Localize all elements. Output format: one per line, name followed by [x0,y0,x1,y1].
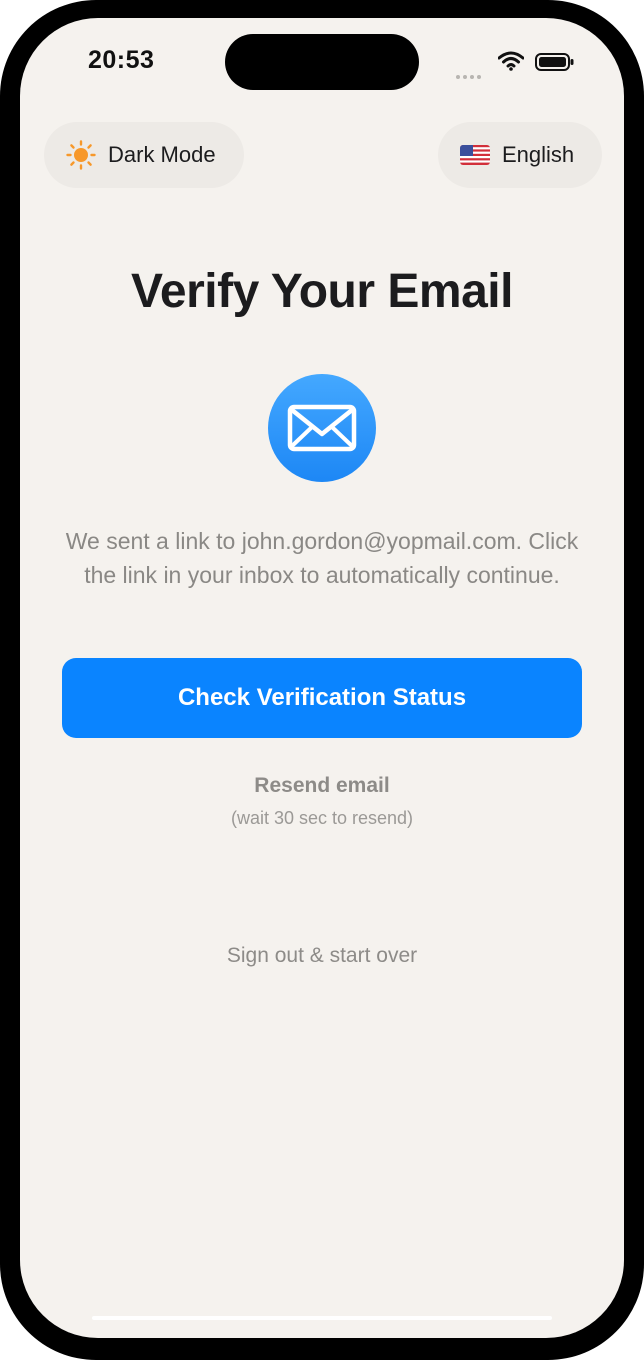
page-title: Verify Your Email [131,265,513,318]
language-label: English [502,142,575,167]
us-flag-icon [460,145,490,165]
dynamic-island [225,34,419,90]
sign-out-button[interactable]: Sign out & start over [20,944,624,968]
language-selector[interactable]: English [438,122,602,188]
resend-email-button[interactable]: Resend email [20,774,624,798]
envelope-icon [268,374,376,482]
app-screen: 20:53 Dark Mode English Verify Your Emai… [20,18,624,1338]
status-time: 20:53 [88,46,155,74]
dark-mode-toggle[interactable]: Dark Mode [44,122,244,188]
resend-wait-note: (wait 30 sec to resend) [230,808,414,828]
sun-icon [66,140,96,170]
dark-mode-label: Dark Mode [108,142,216,167]
check-verification-status-button[interactable]: Check Verification Status [62,658,582,738]
battery-icon [535,53,574,71]
signal-dots-icon [456,66,486,79]
phone-frame: 20:53 Dark Mode English Verify Your Emai… [0,0,644,1360]
verification-message: We sent a link to john.gordon@yopmail.co… [65,528,579,588]
home-indicator [92,1316,552,1320]
wifi-icon [498,51,524,71]
